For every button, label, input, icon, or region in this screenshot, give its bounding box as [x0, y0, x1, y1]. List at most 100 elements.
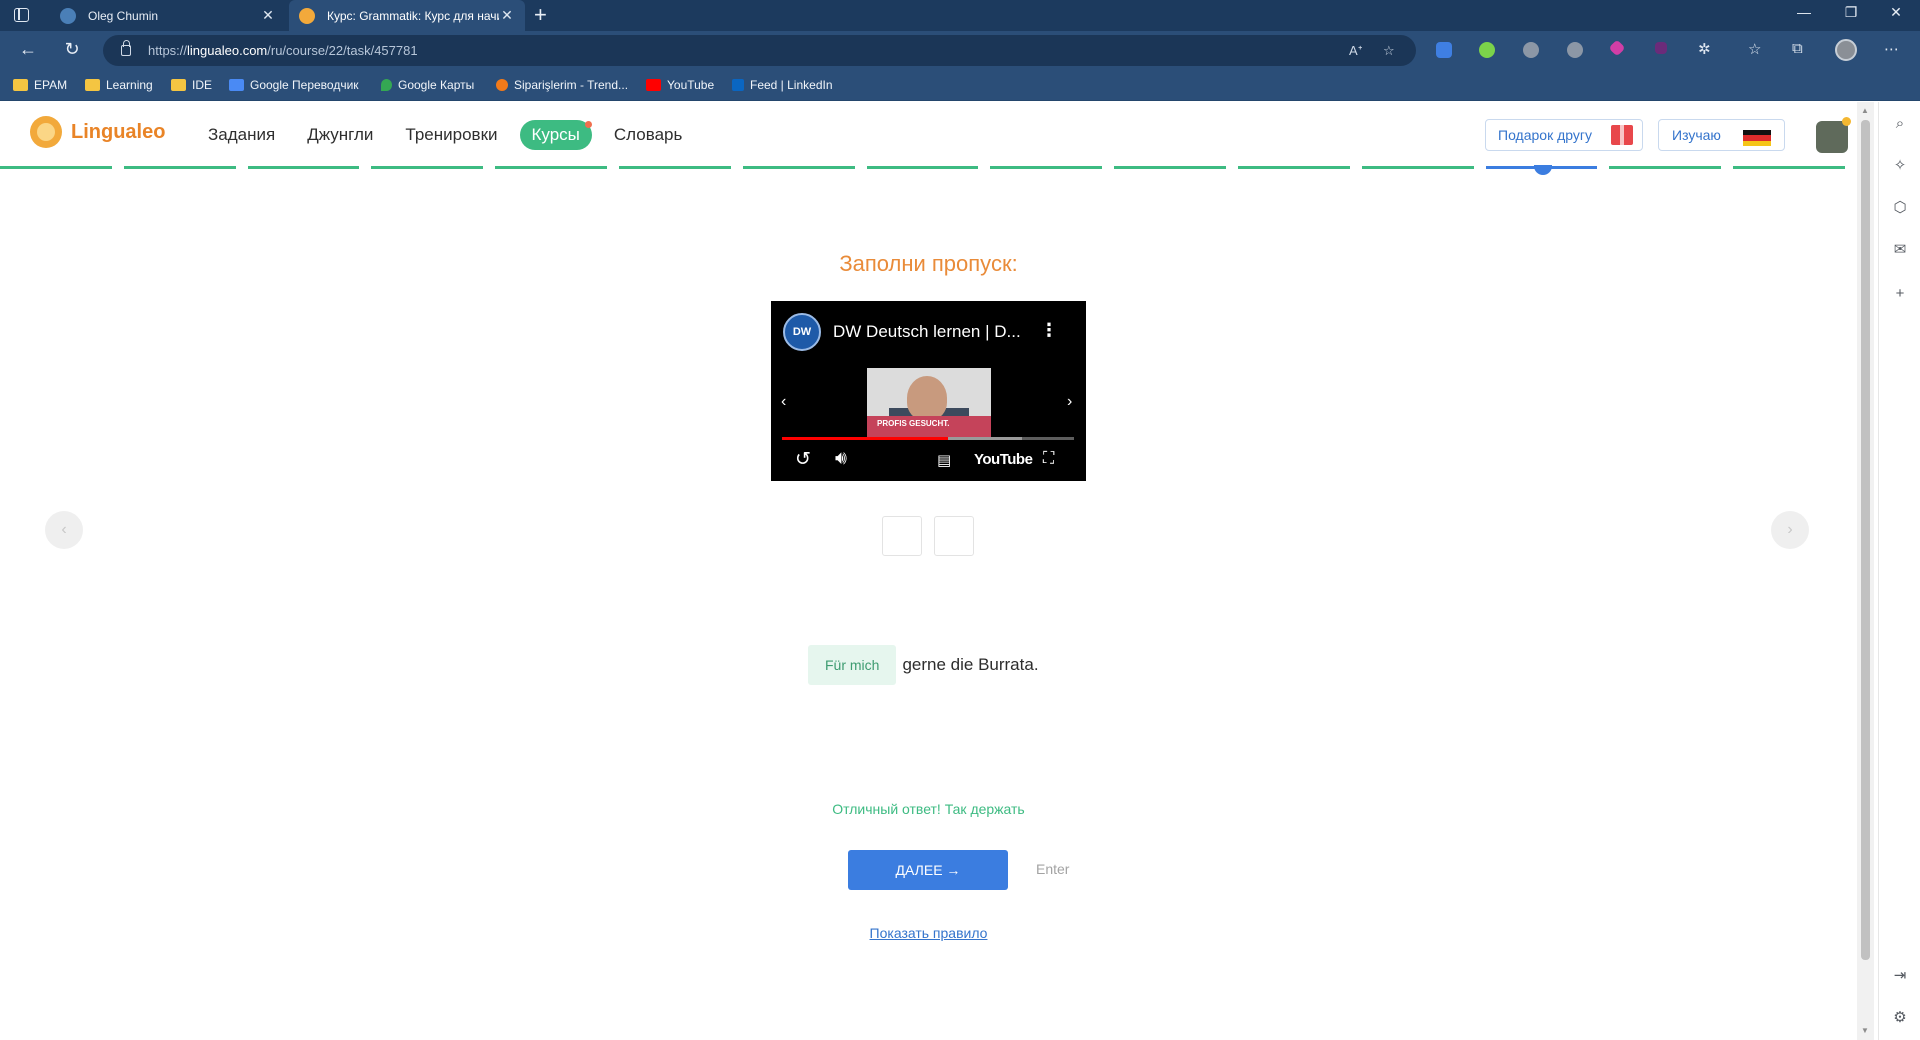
video-prev-icon[interactable]: ‹ — [781, 393, 786, 411]
video-title[interactable]: DW Deutsch lernen | D... — [833, 322, 1021, 342]
nav-item-courses[interactable]: Курсы — [519, 120, 593, 150]
browser-tab-oleg-chumin[interactable]: Oleg Chumin ✕ — [50, 0, 286, 31]
video-progress-bar[interactable] — [782, 437, 1074, 440]
user-avatar[interactable] — [1816, 117, 1851, 153]
address-bar[interactable]: https://lingualeo.com/ru/course/22/task/… — [103, 35, 1416, 66]
volume-icon[interactable]: 🔊︎ — [835, 448, 847, 470]
collections-icon[interactable]: ⧉ — [1792, 40, 1803, 57]
bookmark-google-maps[interactable]: Google Карты — [381, 78, 474, 92]
progress-segment[interactable] — [1733, 166, 1845, 169]
close-icon[interactable]: ✕ — [260, 7, 276, 24]
nav-item-dictionary[interactable]: Словарь — [614, 120, 682, 150]
add-favorite-icon[interactable]: ☆ — [1383, 43, 1395, 59]
lingualeo-favicon-icon — [299, 7, 315, 24]
youtube-video-player[interactable]: DW DW Deutsch lernen | D... ⋮ ‹ PROFIS G… — [771, 301, 1086, 481]
progress-segment[interactable] — [495, 166, 607, 169]
video-more-icon[interactable]: ⋮ — [1040, 320, 1058, 341]
lock-icon[interactable] — [121, 40, 131, 56]
progress-segment[interactable] — [866, 166, 979, 169]
logo-text: Lingualeo — [71, 120, 166, 143]
task-sentence: Für mich gerne die Burrata. — [808, 645, 1039, 685]
translate-extension-icon[interactable] — [1436, 42, 1452, 58]
nav-item-jungle[interactable]: Джунгли — [307, 120, 373, 150]
more-icon[interactable]: ⋯ — [1884, 40, 1899, 58]
minimize-button[interactable]: — — [1784, 4, 1824, 20]
read-aloud-icon[interactable]: Aᐩ — [1349, 43, 1363, 59]
folder-icon — [171, 79, 186, 91]
browser-tab-lingualeo[interactable]: Курс: Grammatik: Курс для начи ✕ — [289, 0, 525, 31]
search-icon[interactable]: ⌕ — [1892, 116, 1908, 132]
gift-friend-button[interactable]: Подарок другу — [1485, 119, 1643, 151]
linkedin-icon — [732, 79, 744, 91]
video-next-icon[interactable]: › — [1067, 393, 1072, 411]
next-task-button[interactable]: › — [1771, 511, 1809, 549]
video-thumbnail[interactable]: PROFIS GESUCHT. — [867, 368, 991, 438]
progress-segment[interactable] — [1114, 166, 1226, 169]
next-button[interactable]: ДАЛЕЕ → — [848, 850, 1008, 890]
folder-icon — [13, 79, 28, 91]
tools-icon[interactable]: ⬡ — [1892, 200, 1908, 216]
sentence-text: gerne die Burrata. — [902, 655, 1039, 674]
restore-button[interactable]: ❐ — [1831, 4, 1871, 21]
scroll-down-icon[interactable]: ▼ — [1861, 1026, 1869, 1035]
youtube-icon — [646, 79, 661, 91]
progress-segment-current[interactable] — [1485, 165, 1598, 175]
nav-item-tasks[interactable]: Задания — [208, 120, 275, 150]
refresh-icon[interactable]: ↻ — [60, 39, 84, 60]
show-rule-link[interactable]: Показать правило — [870, 925, 988, 941]
favorites-icon[interactable]: ☆ — [1748, 40, 1761, 58]
back-arrow-icon[interactable]: ← — [16, 39, 40, 60]
fullscreen-icon[interactable]: ⛶ — [1043, 450, 1054, 468]
progress-segment[interactable] — [990, 166, 1103, 169]
close-window-button[interactable]: ✕ — [1876, 4, 1916, 21]
prev-task-button[interactable]: ‹ — [45, 511, 83, 549]
copilot-icon[interactable]: ✧ — [1892, 158, 1908, 174]
extension-icon[interactable] — [1655, 42, 1667, 54]
progress-segment[interactable] — [0, 166, 112, 169]
lingualeo-logo[interactable]: Lingualeo — [30, 116, 165, 148]
extension-icon[interactable] — [1608, 39, 1626, 57]
dw-channel-logo[interactable]: DW — [783, 313, 821, 351]
progress-segment[interactable] — [1609, 166, 1722, 169]
bookmark-ide[interactable]: IDE — [171, 78, 212, 92]
progress-segment[interactable] — [1237, 166, 1350, 169]
google-maps-icon — [381, 79, 392, 91]
add-icon[interactable]: + — [1892, 286, 1908, 302]
bookmark-google-translate[interactable]: Google Переводчик — [229, 78, 359, 92]
replay-icon[interactable]: ↺ — [795, 448, 811, 471]
settings-gear-icon[interactable]: ⚙ — [1892, 1010, 1908, 1026]
extension-icon[interactable] — [1523, 42, 1539, 58]
nav-item-trainings[interactable]: Тренировки — [405, 120, 497, 150]
close-icon[interactable]: ✕ — [499, 7, 515, 24]
trendyol-icon — [496, 79, 508, 91]
bookmark-trendyol[interactable]: Siparişlerim - Trend... — [496, 78, 628, 92]
progress-segment[interactable] — [1361, 166, 1474, 169]
learning-language-button[interactable]: Изучаю — [1658, 119, 1785, 151]
progress-segment[interactable] — [247, 166, 360, 169]
scrollbar-thumb[interactable] — [1861, 120, 1870, 960]
bookmark-epam[interactable]: EPAM — [13, 78, 67, 92]
extension-icon[interactable] — [1567, 42, 1583, 58]
new-tab-button[interactable]: + — [534, 4, 547, 26]
progress-segment[interactable] — [371, 166, 484, 169]
progress-segment[interactable] — [742, 166, 855, 169]
page-scrollbar[interactable]: ▲ ▼ — [1857, 102, 1874, 1040]
edge-favicon-icon — [60, 7, 76, 24]
sidebar-toggle-icon[interactable]: ⇥ — [1892, 968, 1908, 984]
scroll-up-icon[interactable]: ▲ — [1861, 106, 1869, 115]
extensions-puzzle-icon[interactable]: ✲ — [1698, 40, 1711, 58]
browser-toolbar: ← ↻ https://lingualeo.com/ru/course/22/t… — [0, 31, 1920, 71]
youtube-brand-logo[interactable]: YouTube — [974, 451, 1033, 468]
bookmark-youtube[interactable]: YouTube — [646, 78, 714, 92]
progress-segment[interactable] — [123, 166, 236, 169]
outlook-icon[interactable]: ✉ — [1892, 242, 1908, 258]
tab-actions-icon[interactable] — [14, 8, 29, 22]
browser-tab-bar: Oleg Chumin ✕ Курс: Grammatik: Курс для … — [0, 0, 1920, 31]
bookmark-learning[interactable]: Learning — [85, 78, 153, 92]
bookmark-linkedin[interactable]: Feed | LinkedIn — [732, 78, 833, 92]
progress-segment[interactable] — [618, 166, 731, 169]
subtitles-icon[interactable]: ▤ — [937, 451, 951, 469]
profile-avatar[interactable] — [1835, 39, 1857, 61]
grammarly-extension-icon[interactable] — [1479, 42, 1495, 58]
url-text[interactable]: https://lingualeo.com/ru/course/22/task/… — [148, 43, 418, 58]
